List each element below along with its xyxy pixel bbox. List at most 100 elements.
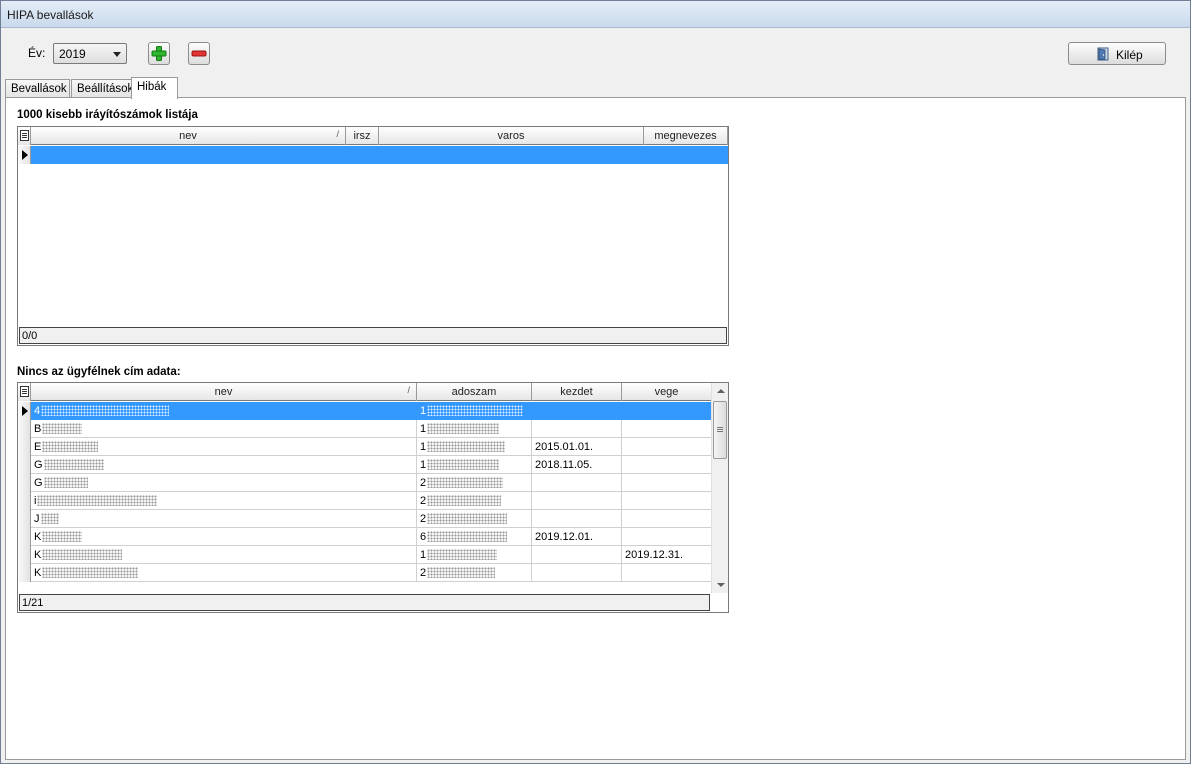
cell-adoszam[interactable]: 1 (417, 438, 532, 456)
cell-nev[interactable]: K (31, 528, 417, 546)
cell-vege[interactable] (622, 420, 711, 438)
cell-nev[interactable] (31, 146, 346, 164)
tab-label: Beállítások (77, 83, 134, 95)
cell-nev[interactable]: K (31, 546, 417, 564)
cell-nev[interactable]: 4 (31, 402, 417, 420)
year-select[interactable]: 2019 (53, 43, 127, 64)
current-row-icon (22, 406, 28, 416)
cell-vege[interactable] (622, 564, 711, 582)
column-header-adoszam[interactable]: adoszam (417, 383, 532, 401)
cell-megnevezes[interactable] (644, 146, 728, 164)
missing-address-grid[interactable]: nev / adoszam kezdet vege 4 1 B 1 E 1 2015.01.… (17, 382, 729, 613)
table-row[interactable]: J2 (18, 510, 711, 528)
grid-corner[interactable] (18, 127, 31, 145)
tab-bevallasok[interactable]: Bevallások (5, 79, 70, 98)
tab-label: Bevallások (11, 83, 67, 95)
redacted-text (427, 405, 524, 416)
tab-page-hibak: 1000 kisebb iráyítószámok listája nev / … (5, 97, 1186, 760)
cell-kezdet[interactable] (532, 564, 622, 582)
cell-text: 1 (420, 405, 427, 417)
table-row[interactable]: K2 (18, 564, 711, 582)
column-header-megnevezes[interactable]: megnevezes (644, 127, 728, 145)
cell-kezdet[interactable]: 2015.01.01. (532, 438, 622, 456)
cell-vege[interactable] (622, 528, 711, 546)
cell-kezdet[interactable] (532, 420, 622, 438)
redacted-text (427, 531, 508, 542)
table-row[interactable] (18, 146, 728, 164)
table-row[interactable]: 41 (18, 402, 711, 420)
cell-text: 6 (420, 531, 427, 543)
redacted-text (37, 495, 158, 506)
cell-adoszam[interactable]: 2 (417, 492, 532, 510)
redacted-text (427, 495, 502, 506)
table-row[interactable]: K 1 2019.12.31. (18, 546, 711, 564)
column-header-irsz[interactable]: irsz (346, 127, 379, 145)
grid-corner[interactable] (18, 383, 31, 401)
cell-text: E (34, 441, 42, 453)
remove-button[interactable] (188, 42, 210, 65)
table-row[interactable]: B1 (18, 420, 711, 438)
cell-varos[interactable] (379, 146, 644, 164)
cell-kezdet[interactable]: 2019.12.01. (532, 528, 622, 546)
table-row[interactable]: E 1 2015.01.01. (18, 438, 711, 456)
cell-vege[interactable]: 2019.12.31. (622, 546, 711, 564)
column-header-nev[interactable]: nev / (31, 383, 417, 401)
cell-adoszam[interactable]: 1 (417, 456, 532, 474)
add-button[interactable] (148, 42, 170, 65)
cell-adoszam[interactable]: 2 (417, 510, 532, 528)
column-header-label: varos (497, 130, 525, 142)
cell-adoszam[interactable]: 1 (417, 420, 532, 438)
cell-kezdet[interactable] (532, 546, 622, 564)
cell-adoszam[interactable]: 6 (417, 528, 532, 546)
table-row[interactable]: G 1 2018.11.05. (18, 456, 711, 474)
cell-nev[interactable]: G (31, 456, 417, 474)
sort-icon: / (407, 385, 410, 395)
postal-codes-grid[interactable]: nev / irsz varos megnevezes 0/0 (17, 126, 729, 346)
current-row-icon (22, 150, 28, 160)
column-header-vege[interactable]: vege (622, 383, 712, 401)
cell-vege[interactable] (622, 456, 711, 474)
cell-vege[interactable] (622, 402, 711, 420)
scroll-up-icon[interactable] (717, 389, 725, 393)
cell-nev[interactable]: E (31, 438, 417, 456)
cell-kezdet[interactable] (532, 492, 622, 510)
cell-adoszam[interactable]: 2 (417, 564, 532, 582)
cell-nev[interactable]: i (31, 492, 417, 510)
redacted-text (427, 513, 508, 524)
cell-irsz[interactable] (346, 146, 379, 164)
scroll-thumb[interactable] (713, 401, 727, 459)
cell-kezdet[interactable] (532, 474, 622, 492)
cell-vege[interactable] (622, 510, 711, 528)
vertical-scrollbar[interactable] (711, 383, 728, 593)
cell-vege[interactable] (622, 492, 711, 510)
year-label: Év: (28, 46, 46, 60)
cell-adoszam[interactable]: 1 (417, 546, 532, 564)
cell-nev[interactable]: K (31, 564, 417, 582)
redacted-text (427, 423, 500, 434)
cell-nev[interactable]: B (31, 420, 417, 438)
cell-kezdet[interactable] (532, 402, 622, 420)
tab-beallitasok[interactable]: Beállítások (71, 79, 133, 98)
table-row[interactable]: K 6 2019.12.01. (18, 528, 711, 546)
row-indicator (18, 402, 31, 420)
cell-nev[interactable]: J (31, 510, 417, 528)
column-header-nev[interactable]: nev / (31, 127, 346, 145)
cell-vege[interactable] (622, 438, 711, 456)
table-row[interactable]: G2 (18, 474, 711, 492)
cell-vege[interactable] (622, 474, 711, 492)
tab-hibak[interactable]: Hibák (131, 77, 178, 99)
column-header-kezdet[interactable]: kezdet (532, 383, 622, 401)
column-header-varos[interactable]: varos (379, 127, 644, 145)
exit-button[interactable]: Kilép (1068, 42, 1166, 65)
cell-adoszam[interactable]: 2 (417, 474, 532, 492)
cell-kezdet[interactable]: 2018.11.05. (532, 456, 622, 474)
cell-text: 2 (420, 477, 427, 489)
cell-kezdet[interactable] (532, 510, 622, 528)
grid2-title: Nincs az ügyfélnek cím adata: (17, 366, 181, 378)
table-row[interactable]: i2 (18, 492, 711, 510)
cell-nev[interactable]: G (31, 474, 417, 492)
scroll-down-icon[interactable] (717, 583, 725, 587)
column-header-label: nev (179, 130, 197, 142)
column-header-label: kezdet (560, 386, 593, 398)
cell-adoszam[interactable]: 1 (417, 402, 532, 420)
